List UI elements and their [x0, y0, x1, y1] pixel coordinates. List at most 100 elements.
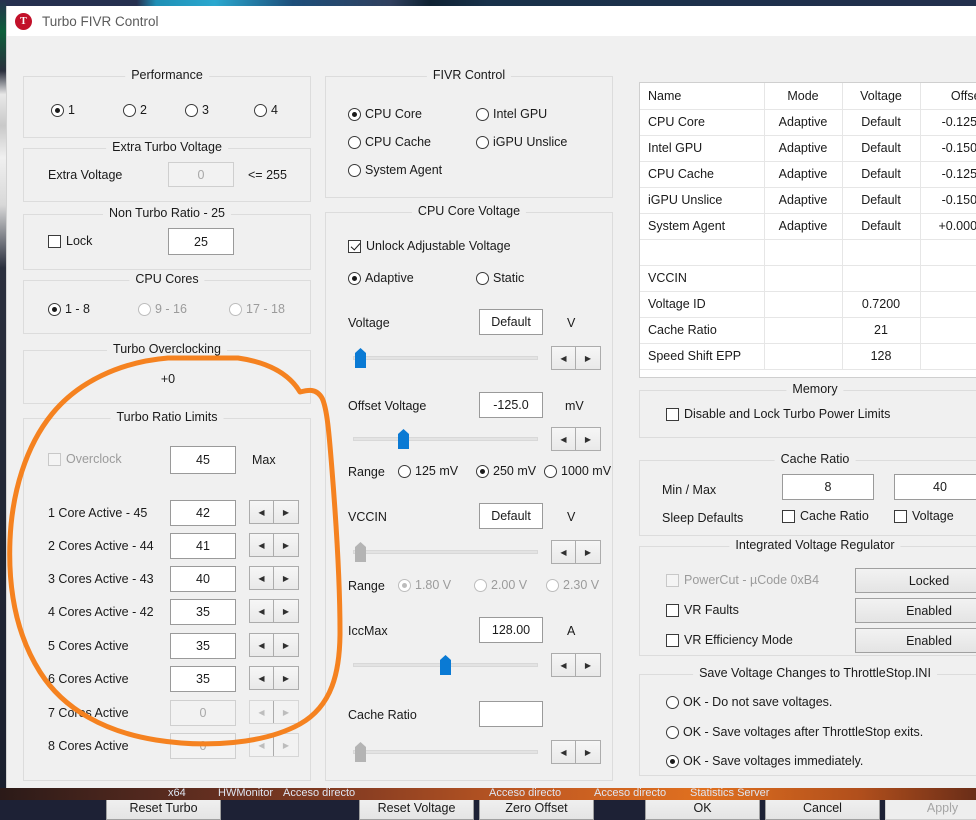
- performance-radio-3[interactable]: 3: [185, 103, 209, 117]
- voltage-status-table[interactable]: Name Mode Voltage Offset CPU Core Adapti…: [639, 82, 976, 378]
- fivr-radio-system-agent[interactable]: System Agent: [348, 163, 442, 177]
- taskbar-item-3[interactable]: Acceso directo: [489, 788, 561, 799]
- offset-range-radio-125mv[interactable]: 125 mV: [398, 464, 458, 478]
- spinner-right-arrow-icon[interactable]: ▶: [274, 534, 298, 556]
- table-row[interactable]: Speed Shift EPP 128: [640, 343, 976, 370]
- cpu-cores-radio-1-8[interactable]: 1 - 8: [48, 302, 90, 316]
- performance-radio-4[interactable]: 4: [254, 103, 278, 117]
- taskbar-item-1[interactable]: HWMonitor: [218, 788, 273, 799]
- cpu-cores-radio-17-18[interactable]: 17 - 18: [229, 302, 285, 316]
- iccmax-slider[interactable]: [353, 654, 538, 676]
- taskbar-item-5[interactable]: Statistics Server: [690, 788, 769, 799]
- spinner-right-arrow-icon[interactable]: ▶: [576, 347, 600, 369]
- spinner-right-arrow-icon[interactable]: ▶: [576, 654, 600, 676]
- performance-radio-2[interactable]: 2: [123, 103, 147, 117]
- fivr-radio-igpu-unslice[interactable]: iGPU Unslice: [476, 135, 567, 149]
- spinner-left-arrow-icon[interactable]: ◀: [552, 347, 576, 369]
- overclock-checkbox[interactable]: Overclock: [48, 452, 122, 466]
- slider-thumb[interactable]: [440, 655, 451, 675]
- core-ratio-spinner-6[interactable]: ◀ ▶: [249, 666, 299, 690]
- iccmax-input[interactable]: 128.00: [479, 617, 543, 643]
- table-row[interactable]: VCCIN: [640, 265, 976, 292]
- spinner-left-arrow-icon[interactable]: ◀: [250, 567, 274, 589]
- iccmax-spinner[interactable]: ◀ ▶: [551, 653, 601, 677]
- core-ratio-spinner-7[interactable]: ◀ ▶: [249, 700, 299, 724]
- slider-thumb[interactable]: [398, 429, 409, 449]
- spinner-right-arrow-icon[interactable]: ▶: [576, 541, 600, 563]
- spinner-right-arrow-icon[interactable]: ▶: [274, 734, 298, 756]
- taskbar[interactable]: x64 HWMonitor Acceso directo Acceso dire…: [0, 788, 976, 800]
- spinner-right-arrow-icon[interactable]: ▶: [274, 634, 298, 656]
- slider-thumb[interactable]: [355, 348, 366, 368]
- voltage-mode-radio-adaptive[interactable]: Adaptive: [348, 271, 414, 285]
- spinner-left-arrow-icon[interactable]: ◀: [250, 501, 274, 523]
- table-row[interactable]: System Agent Adaptive Default +0.0000: [640, 213, 976, 240]
- sleep-cache-ratio-checkbox[interactable]: Cache Ratio: [782, 509, 869, 523]
- spinner-left-arrow-icon[interactable]: ◀: [552, 741, 576, 763]
- vccin-range-radio-200v[interactable]: 2.00 V: [474, 578, 527, 592]
- spinner-left-arrow-icon[interactable]: ◀: [552, 654, 576, 676]
- vccin-spinner[interactable]: ◀ ▶: [551, 540, 601, 564]
- table-row[interactable]: iGPU Unslice Adaptive Default -0.1504: [640, 187, 976, 214]
- performance-radio-1[interactable]: 1: [51, 103, 75, 117]
- vccin-range-radio-180v[interactable]: 1.80 V: [398, 578, 451, 592]
- table-row[interactable]: Cache Ratio 21: [640, 317, 976, 344]
- table-row[interactable]: [640, 239, 976, 266]
- core-ratio-input-6[interactable]: 35: [170, 666, 236, 692]
- spinner-right-arrow-icon[interactable]: ▶: [274, 501, 298, 523]
- spinner-right-arrow-icon[interactable]: ▶: [274, 600, 298, 622]
- core-ratio-input-7[interactable]: 0: [170, 700, 236, 726]
- core-ratio-input-4[interactable]: 35: [170, 599, 236, 625]
- voltage-input[interactable]: Default: [479, 309, 543, 335]
- spinner-right-arrow-icon[interactable]: ▶: [274, 567, 298, 589]
- cache-ratio-max-input[interactable]: 40: [894, 474, 976, 500]
- vccin-range-radio-230v[interactable]: 2.30 V: [546, 578, 599, 592]
- powercut-state-button[interactable]: Locked: [855, 568, 976, 593]
- unlock-adjustable-voltage-checkbox[interactable]: Unlock Adjustable Voltage: [348, 239, 511, 253]
- spinner-right-arrow-icon[interactable]: ▶: [274, 667, 298, 689]
- offset-range-radio-1000mv[interactable]: 1000 mV: [544, 464, 611, 478]
- extra-voltage-input[interactable]: 0: [168, 162, 234, 187]
- cache-ratio-input[interactable]: [479, 701, 543, 727]
- core-ratio-spinner-3[interactable]: ◀ ▶: [249, 566, 299, 590]
- voltage-mode-radio-static[interactable]: Static: [476, 271, 524, 285]
- core-ratio-spinner-5[interactable]: ◀ ▶: [249, 633, 299, 657]
- core-ratio-input-5[interactable]: 35: [170, 633, 236, 659]
- save-ini-radio-do-not-save[interactable]: OK - Do not save voltages.: [666, 695, 832, 709]
- slider-thumb[interactable]: [355, 742, 366, 762]
- taskbar-item-2[interactable]: Acceso directo: [283, 788, 355, 799]
- voltage-slider[interactable]: [353, 347, 538, 369]
- spinner-left-arrow-icon[interactable]: ◀: [250, 634, 274, 656]
- cache-ratio-min-input[interactable]: 8: [782, 474, 874, 500]
- core-ratio-spinner-2[interactable]: ◀ ▶: [249, 533, 299, 557]
- core-ratio-spinner-1[interactable]: ◀ ▶: [249, 500, 299, 524]
- save-ini-radio-save-on-exit[interactable]: OK - Save voltages after ThrottleStop ex…: [666, 725, 923, 739]
- core-ratio-input-1[interactable]: 42: [170, 500, 236, 526]
- powercut-checkbox[interactable]: PowerCut - µCode 0xB4: [666, 573, 819, 587]
- vccin-input[interactable]: Default: [479, 503, 543, 529]
- disable-lock-turbo-power-limits-checkbox[interactable]: Disable and Lock Turbo Power Limits: [666, 407, 890, 421]
- cpu-cores-radio-9-16[interactable]: 9 - 16: [138, 302, 187, 316]
- fivr-radio-cpu-cache[interactable]: CPU Cache: [348, 135, 431, 149]
- spinner-left-arrow-icon[interactable]: ◀: [552, 541, 576, 563]
- spinner-left-arrow-icon[interactable]: ◀: [552, 428, 576, 450]
- core-ratio-input-2[interactable]: 41: [170, 533, 236, 559]
- vr-faults-checkbox[interactable]: VR Faults: [666, 603, 739, 617]
- fivr-radio-cpu-core[interactable]: CPU Core: [348, 107, 422, 121]
- voltage-spinner[interactable]: ◀ ▶: [551, 346, 601, 370]
- table-row[interactable]: Intel GPU Adaptive Default -0.1504: [640, 135, 976, 162]
- core-ratio-spinner-8[interactable]: ◀ ▶: [249, 733, 299, 757]
- turbo-max-ratio-input[interactable]: 45: [170, 446, 236, 474]
- spinner-left-arrow-icon[interactable]: ◀: [250, 701, 274, 723]
- table-row[interactable]: CPU Cache Adaptive Default -0.1250: [640, 161, 976, 188]
- core-ratio-input-3[interactable]: 40: [170, 566, 236, 592]
- spinner-left-arrow-icon[interactable]: ◀: [250, 600, 274, 622]
- non-turbo-ratio-input[interactable]: 25: [168, 228, 234, 255]
- taskbar-item-0[interactable]: x64: [168, 788, 186, 799]
- spinner-left-arrow-icon[interactable]: ◀: [250, 667, 274, 689]
- spinner-right-arrow-icon[interactable]: ▶: [274, 701, 298, 723]
- cache-ratio-slider[interactable]: [353, 741, 538, 763]
- offset-range-radio-250mv[interactable]: 250 mV: [476, 464, 536, 478]
- taskbar-item-4[interactable]: Acceso directo: [594, 788, 666, 799]
- vr-efficiency-state-button[interactable]: Enabled: [855, 628, 976, 653]
